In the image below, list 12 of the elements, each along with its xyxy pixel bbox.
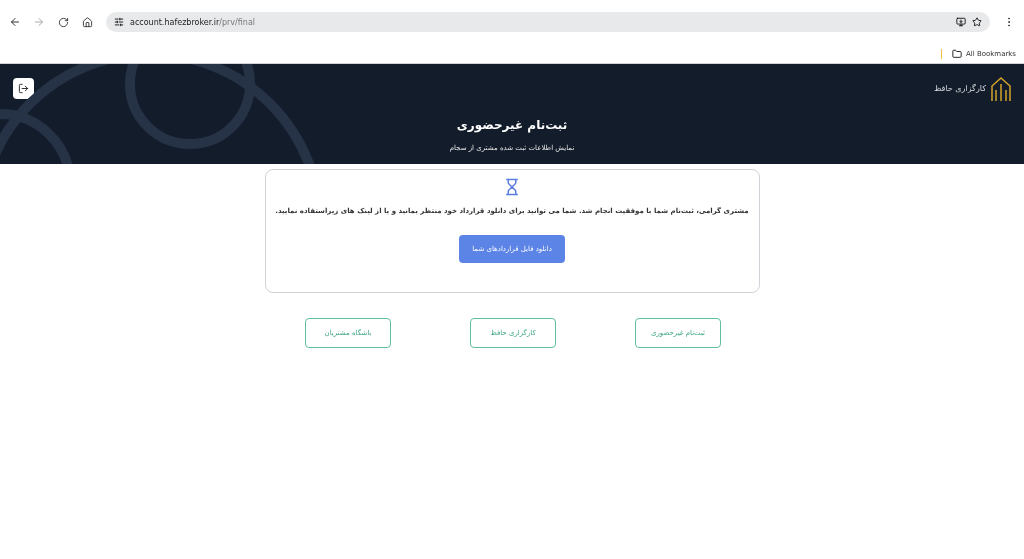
page-title: ثبت‌نام غیرحضوری bbox=[456, 118, 568, 132]
bookmark-star-icon[interactable] bbox=[972, 17, 982, 27]
folder-icon bbox=[952, 48, 962, 59]
install-icon[interactable] bbox=[956, 17, 966, 27]
url-text: account.hafezbroker.ir/prv/final bbox=[130, 17, 256, 27]
logout-button[interactable] bbox=[13, 78, 34, 99]
logout-icon bbox=[18, 83, 29, 94]
address-bar[interactable]: account.hafezbroker.ir/prv/final bbox=[106, 12, 990, 32]
brand-name: کارگزاری حافظ bbox=[933, 84, 986, 93]
hourglass-icon bbox=[503, 178, 521, 196]
logo-icon bbox=[990, 75, 1012, 102]
site-settings-icon[interactable] bbox=[114, 17, 124, 27]
